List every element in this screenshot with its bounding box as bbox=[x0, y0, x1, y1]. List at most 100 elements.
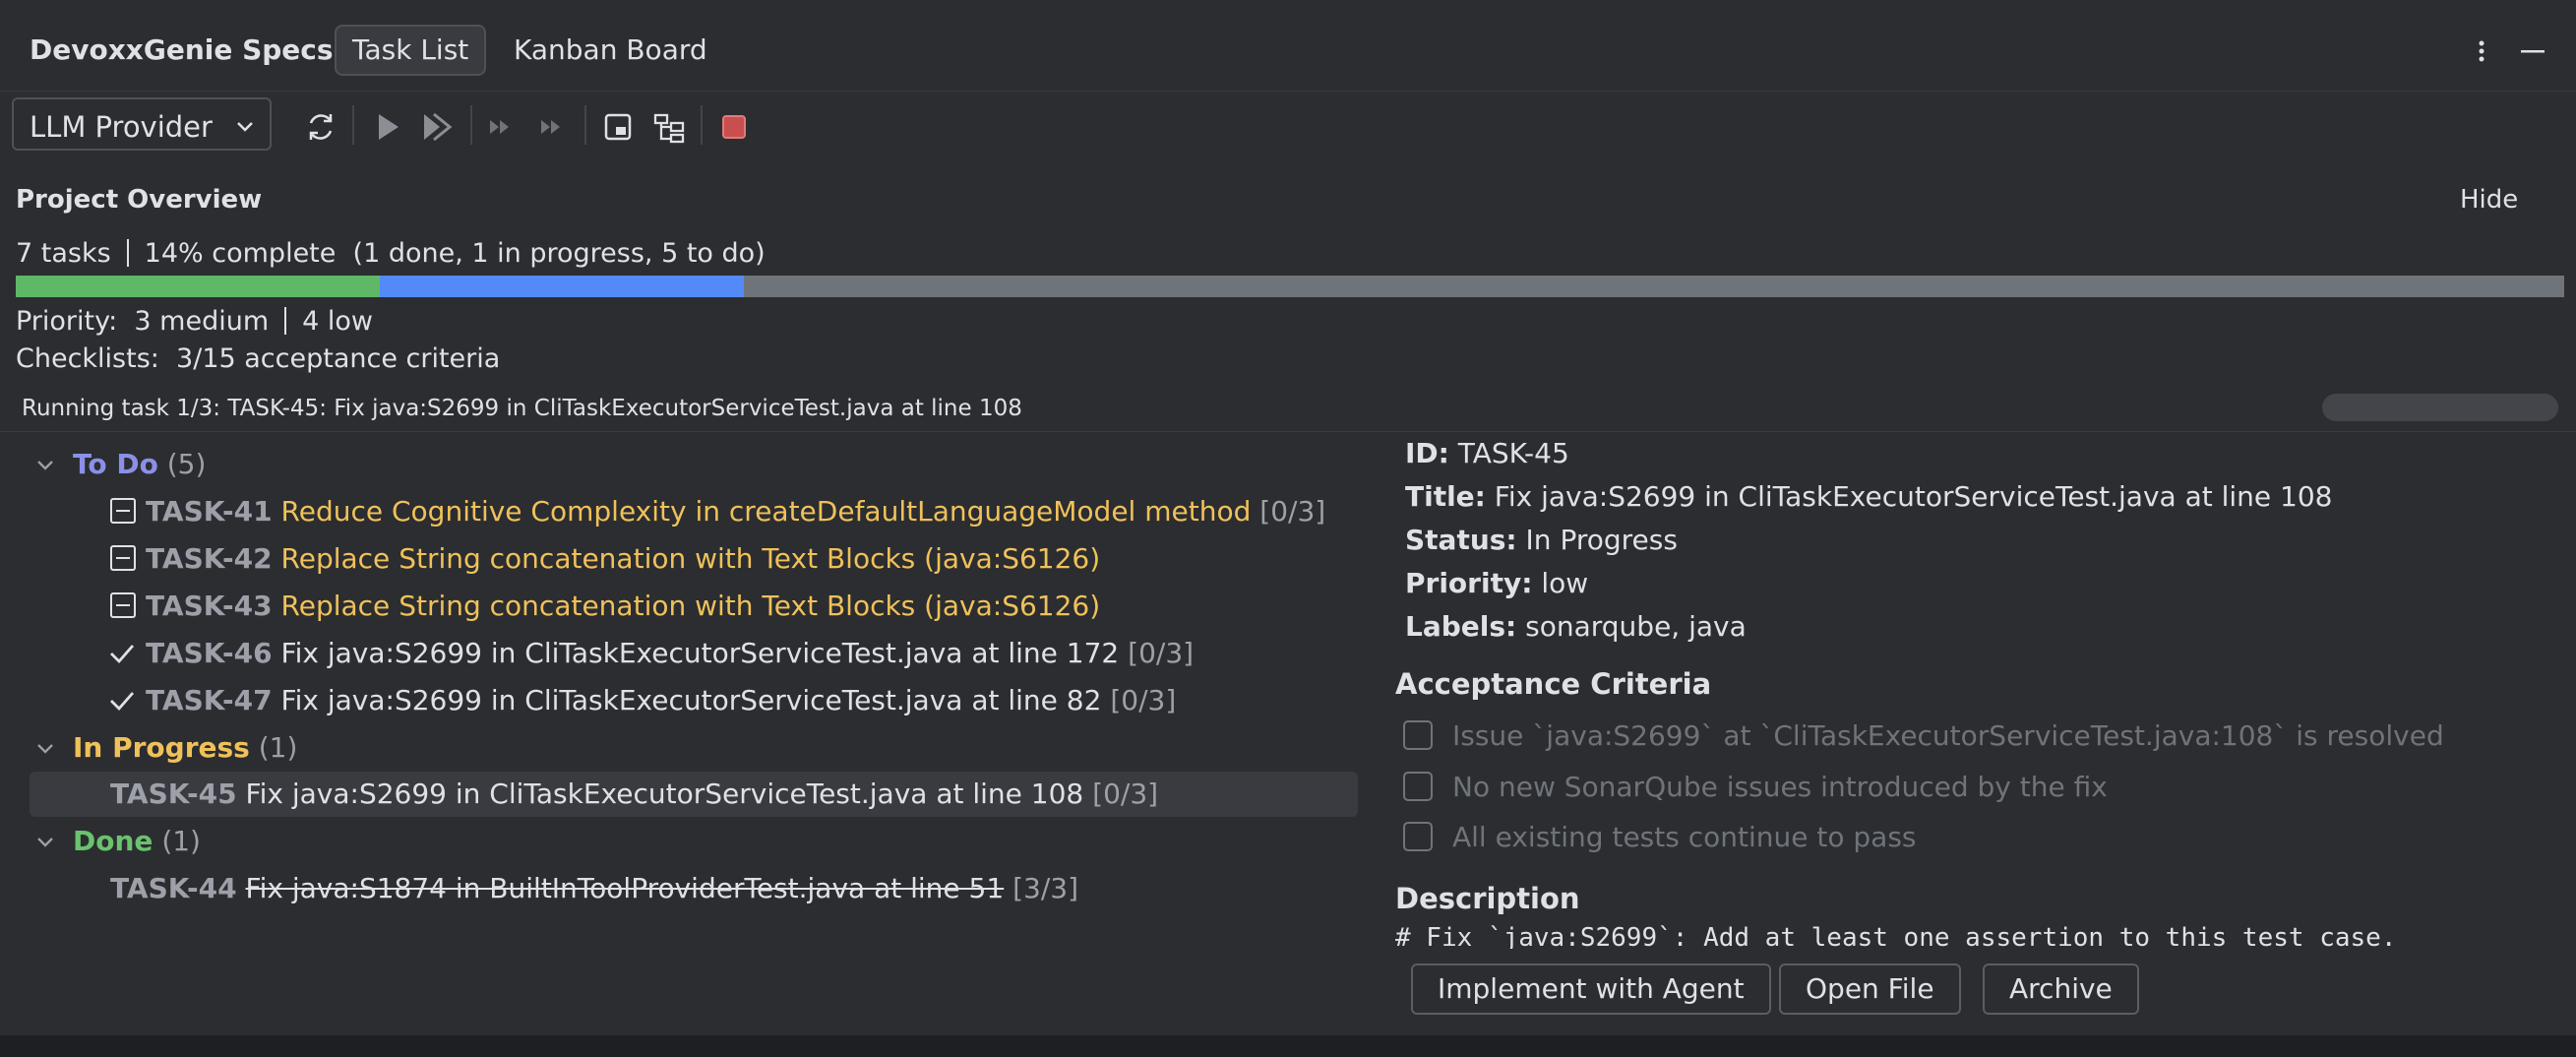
detail-status: Status: In Progress bbox=[1405, 524, 1678, 556]
task-id: TASK-41 bbox=[146, 495, 273, 528]
task-checklist-count: [0/3] bbox=[1259, 495, 1326, 528]
group-name: To Do bbox=[73, 448, 158, 480]
project-overview-title: Project Overview bbox=[16, 185, 263, 215]
running-task-status: Running task 1/3: TASK-45: Fix java:S269… bbox=[22, 396, 1022, 421]
toolbar-separator bbox=[470, 105, 472, 145]
detail-id: ID: TASK-45 bbox=[1405, 437, 1569, 469]
task-id: TASK-43 bbox=[146, 590, 273, 622]
tab-task-list[interactable]: Task List bbox=[335, 25, 487, 76]
detail-id-value: TASK-45 bbox=[1457, 437, 1569, 469]
progress-done-segment bbox=[16, 276, 381, 297]
task-title: Fix java:S1874 in BuiltInToolProviderTes… bbox=[245, 872, 1005, 904]
criterion-text: Issue `java:S2699` at `CliTaskExecutorSe… bbox=[1452, 719, 2444, 752]
implement-with-agent-button[interactable]: Implement with Agent bbox=[1411, 964, 1771, 1015]
chevron-down-icon[interactable] bbox=[35, 738, 55, 758]
group-count: (1) bbox=[258, 731, 298, 764]
detail-id-label: ID: bbox=[1405, 437, 1449, 469]
archive-button[interactable]: Archive bbox=[1983, 964, 2139, 1015]
horizontal-scrollbar[interactable] bbox=[2322, 394, 2558, 421]
hierarchy-icon[interactable] bbox=[651, 109, 687, 145]
task-id: TASK-46 bbox=[146, 637, 273, 669]
description-text: # Fix `java:S2699`: Add at least one ass… bbox=[1395, 923, 2397, 949]
llm-provider-dropdown[interactable]: LLM Provider bbox=[12, 97, 272, 151]
criterion-text: No new SonarQube issues introduced by th… bbox=[1452, 771, 2108, 803]
detail-title-label: Title: bbox=[1405, 480, 1486, 513]
partial-checkbox-icon[interactable] bbox=[110, 498, 136, 524]
criterion-item[interactable]: No new SonarQube issues introduced by th… bbox=[1403, 771, 2108, 803]
divider bbox=[0, 431, 2576, 432]
group-count: (5) bbox=[166, 448, 207, 480]
tasks-count: 7 tasks bbox=[16, 238, 111, 269]
run-icon[interactable] bbox=[370, 109, 405, 145]
detail-labels-value: sonarqube, java bbox=[1525, 610, 1747, 643]
specs-tool-window: DevoxxGenie Specs Task List Kanban Board… bbox=[0, 0, 2576, 1035]
priority-medium: 3 medium bbox=[134, 306, 270, 337]
task-summary: 7 tasks 14% complete (1 done, 1 in progre… bbox=[16, 238, 766, 269]
separator bbox=[126, 239, 129, 267]
task-title: Replace String concatenation with Text B… bbox=[280, 590, 1101, 622]
priority-low: 4 low bbox=[302, 306, 374, 337]
open-file-button[interactable]: Open File bbox=[1779, 964, 1961, 1015]
run-all-icon[interactable] bbox=[419, 109, 455, 145]
priority-summary: Priority: 3 medium 4 low bbox=[16, 306, 373, 337]
checkmark-icon bbox=[110, 692, 135, 712]
fast-forward-icon[interactable] bbox=[533, 109, 569, 145]
task-checklist-count: [3/3] bbox=[1012, 872, 1079, 904]
minimize-icon[interactable] bbox=[2519, 35, 2546, 67]
checkbox[interactable] bbox=[1403, 822, 1433, 851]
detail-priority-label: Priority: bbox=[1405, 567, 1533, 599]
separator bbox=[284, 307, 287, 335]
detail-status-label: Status: bbox=[1405, 524, 1517, 556]
acceptance-criteria-heading: Acceptance Criteria bbox=[1395, 667, 1712, 701]
detail-status-value: In Progress bbox=[1525, 524, 1678, 556]
task-id: TASK-44 bbox=[110, 872, 237, 904]
priority-label: Priority: bbox=[16, 306, 118, 337]
detail-priority: Priority: low bbox=[1405, 567, 1588, 599]
progress-in-progress-segment bbox=[380, 276, 745, 297]
group-count: (1) bbox=[161, 825, 201, 857]
progress-bar bbox=[16, 276, 2564, 297]
refresh-icon[interactable] bbox=[303, 109, 338, 145]
task-title: Fix java:S2699 in CliTaskExecutorService… bbox=[280, 684, 1102, 716]
task-id: TASK-47 bbox=[146, 684, 273, 716]
task-checklist-count: [0/3] bbox=[1128, 637, 1195, 669]
partial-checkbox-icon[interactable] bbox=[110, 545, 136, 571]
task-title: Fix java:S2699 in CliTaskExecutorService… bbox=[245, 777, 1084, 810]
criterion-item[interactable]: All existing tests continue to pass bbox=[1403, 821, 1917, 853]
toolbar-separator bbox=[352, 105, 354, 145]
detail-labels-label: Labels: bbox=[1405, 610, 1517, 643]
detail-labels: Labels: sonarqube, java bbox=[1405, 610, 1747, 643]
toolbar: LLM Provider bbox=[0, 92, 2576, 160]
criterion-text: All existing tests continue to pass bbox=[1452, 821, 1917, 853]
chevron-down-icon bbox=[237, 122, 253, 132]
detail-title-value: Fix java:S2699 in CliTaskExecutorService… bbox=[1494, 480, 2333, 513]
task-id: TASK-42 bbox=[146, 542, 273, 575]
task-id: TASK-45 bbox=[110, 777, 237, 810]
completion-text: 14% complete (1 done, 1 in progress, 5 t… bbox=[144, 238, 766, 269]
chevron-down-icon[interactable] bbox=[35, 832, 55, 851]
checkbox[interactable] bbox=[1403, 720, 1433, 750]
task-checklist-count: [0/3] bbox=[1110, 684, 1177, 716]
partial-checkbox-icon[interactable] bbox=[110, 592, 136, 618]
tab-kanban-board[interactable]: Kanban Board bbox=[498, 25, 723, 76]
detail-title: Title: Fix java:S2699 in CliTaskExecutor… bbox=[1405, 480, 2332, 513]
toolbar-separator bbox=[584, 105, 586, 145]
more-options-icon[interactable] bbox=[2468, 35, 2495, 67]
group-name: In Progress bbox=[73, 731, 250, 764]
chevron-down-icon[interactable] bbox=[35, 455, 55, 474]
panel-icon[interactable] bbox=[600, 109, 636, 145]
checklists-summary: Checklists: 3/15 acceptance criteria bbox=[16, 343, 501, 374]
criterion-item[interactable]: Issue `java:S2699` at `CliTaskExecutorSe… bbox=[1403, 719, 2444, 752]
task-title: Reduce Cognitive Complexity in createDef… bbox=[280, 495, 1252, 528]
checkmark-icon bbox=[110, 645, 135, 664]
task-title: Replace String concatenation with Text B… bbox=[280, 542, 1101, 575]
stop-icon[interactable] bbox=[716, 109, 752, 145]
task-title: Fix java:S2699 in CliTaskExecutorService… bbox=[280, 637, 1120, 669]
llm-provider-label: LLM Provider bbox=[30, 110, 213, 144]
group-name: Done bbox=[73, 825, 153, 857]
step-forward-icon[interactable] bbox=[482, 109, 518, 145]
checkbox[interactable] bbox=[1403, 772, 1433, 801]
task-checklist-count: [0/3] bbox=[1092, 777, 1159, 810]
hide-overview-link[interactable]: Hide bbox=[2460, 185, 2518, 215]
description-heading: Description bbox=[1395, 882, 1580, 915]
